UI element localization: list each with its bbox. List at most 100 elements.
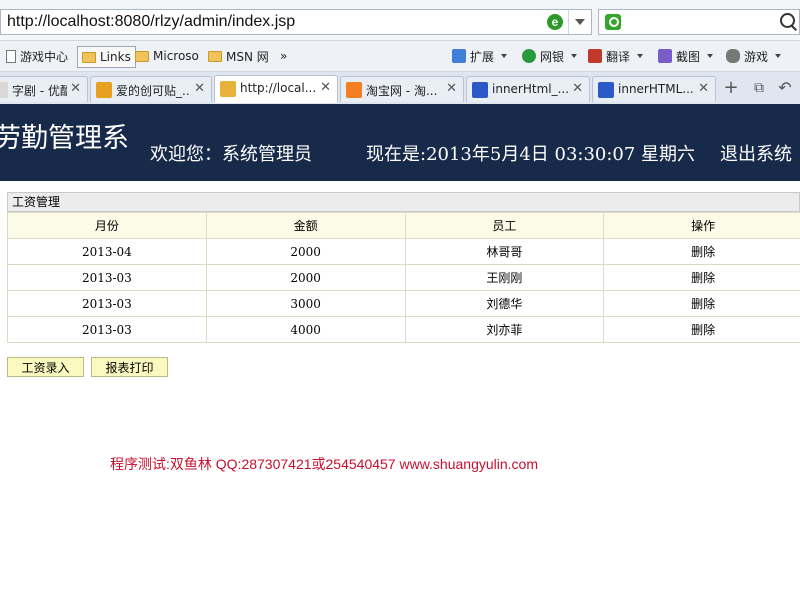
baidu-favicon-icon [472, 82, 488, 98]
extensions-icon [452, 49, 466, 63]
logout-link[interactable]: 退出系统 [720, 140, 792, 166]
tab-label: 爱的创可贴_... [116, 84, 191, 98]
delete-link[interactable]: 删除 [603, 238, 800, 265]
column-header-month: 月份 [7, 212, 207, 239]
table-row: 2013-03 2000 王刚刚 删除 [7, 264, 800, 291]
cell-month: 2013-03 [7, 264, 207, 291]
current-datetime: 现在是:2013年5月4日 03:30:07 星期六 [366, 144, 696, 165]
tab-taobao[interactable]: 淘宝网 - 淘... ✕ [340, 76, 464, 102]
tool-games[interactable]: 游戏 [726, 47, 782, 65]
column-header-amount: 金额 [205, 212, 406, 239]
salary-panel: 工资管理 月份 金额 员工 操作 2013-04 2000 林哥哥 删除 201… [7, 192, 800, 343]
search-icon[interactable] [780, 13, 795, 28]
tab-localhost[interactable]: http://local... ✕ [214, 75, 338, 103]
cell-employee: 刘德华 [404, 290, 605, 317]
system-title: 劳勤管理系 [0, 123, 129, 154]
tab-close-icon[interactable]: ✕ [320, 80, 331, 95]
search-engine-icon[interactable] [605, 14, 621, 30]
tab-label: innerHTML... [618, 82, 694, 96]
more-chevron-icon: » [280, 49, 288, 63]
bookmark-microsoft[interactable]: Microso [135, 47, 199, 65]
column-header-action: 操作 [603, 212, 800, 239]
cell-employee: 林哥哥 [404, 238, 605, 265]
soku-favicon-icon [96, 82, 112, 98]
folder-icon [82, 51, 96, 63]
cell-employee: 刘亦菲 [404, 316, 605, 343]
bookmark-label: 游戏中心 [20, 49, 69, 64]
bookmark-links[interactable]: Links [77, 46, 136, 68]
page-icon [6, 49, 16, 63]
translate-icon [588, 49, 602, 63]
tab-innerhtml-1[interactable]: innerHtml_... ✕ [466, 76, 590, 102]
bookmark-msn[interactable]: MSN 网 [208, 47, 269, 65]
bookmark-label: MSN 网 [226, 49, 269, 64]
delete-link[interactable]: 删除 [603, 316, 800, 343]
salary-entry-button[interactable]: 工资录入 [7, 357, 84, 377]
tab-favicon-icon [0, 82, 8, 98]
new-tab-plus-icon[interactable]: + [720, 78, 742, 100]
salary-table: 月份 金额 员工 操作 2013-04 2000 林哥哥 删除 2013-03 … [7, 212, 800, 343]
tab-label: http://local... [240, 81, 317, 95]
browser-chrome: http://localhost:8080/rlzy/admin/index.j… [0, 0, 800, 104]
report-print-button[interactable]: 报表打印 [91, 357, 168, 377]
tool-ebank[interactable]: 网银 [522, 47, 578, 65]
tab-label: 淘宝网 - 淘... [366, 84, 438, 98]
cell-month: 2013-03 [7, 290, 207, 317]
search-box[interactable] [598, 9, 800, 35]
tool-label: 翻译 [606, 49, 631, 64]
bookmark-game-center[interactable]: 游戏中心 [6, 47, 68, 65]
undo-close-tab-icon[interactable]: ↶ [774, 78, 796, 100]
tool-label: 截图 [676, 49, 701, 64]
bookmark-label: Microso [153, 49, 199, 63]
tab-label: 字剧 - 优酷... [12, 84, 67, 98]
panel-title: 工资管理 [7, 192, 800, 212]
delete-link[interactable]: 删除 [603, 264, 800, 291]
table-header-row: 月份 金额 员工 操作 [7, 212, 800, 239]
cell-amount: 2000 [205, 238, 406, 265]
tool-screenshot[interactable]: 截图 [658, 47, 714, 65]
tool-label: 扩展 [470, 49, 495, 64]
cell-amount: 4000 [205, 316, 406, 343]
address-dropdown-icon[interactable] [568, 10, 591, 34]
bookmarks-bar: 游戏中心 Links Microso MSN 网 » 扩展 网银 翻译 截图 游… [0, 41, 800, 72]
cell-month: 2013-04 [7, 238, 207, 265]
chevron-down-icon [501, 54, 508, 58]
cell-amount: 2000 [205, 264, 406, 291]
chevron-down-icon [571, 54, 578, 58]
tab-list-icon[interactable]: ⧉ [748, 78, 770, 100]
tab-innerhtml-2[interactable]: innerHTML... ✕ [592, 76, 716, 102]
tab-soku[interactable]: 爱的创可贴_... ✕ [90, 76, 212, 102]
taobao-favicon-icon [346, 82, 362, 98]
tool-translate[interactable]: 翻译 [588, 47, 644, 65]
chevron-down-icon [707, 54, 714, 58]
folder-icon [135, 50, 149, 62]
ie-compat-icon[interactable]: e [547, 14, 563, 30]
address-bar-row: http://localhost:8080/rlzy/admin/index.j… [0, 0, 800, 41]
tool-extensions[interactable]: 扩展 [452, 47, 508, 65]
table-row: 2013-03 3000 刘德华 删除 [7, 290, 800, 317]
tab-close-icon[interactable]: ✕ [698, 81, 709, 96]
tab-youku[interactable]: 字剧 - 优酷... ✕ [0, 76, 88, 102]
tab-close-icon[interactable]: ✕ [70, 81, 81, 96]
table-row: 2013-04 2000 林哥哥 删除 [7, 238, 800, 265]
tool-label: 游戏 [744, 49, 769, 64]
delete-link[interactable]: 删除 [603, 290, 800, 317]
tab-close-icon[interactable]: ✕ [572, 81, 583, 96]
tool-label: 网银 [540, 49, 565, 64]
scissors-icon [658, 49, 672, 63]
bookmarks-more-button[interactable]: » [280, 47, 287, 65]
baidu-favicon-icon [598, 82, 614, 98]
address-url[interactable]: http://localhost:8080/rlzy/admin/index.j… [7, 13, 295, 31]
tab-label: innerHtml_... [492, 82, 569, 96]
test-credit-note: 程序测试:双鱼林 QQ:287307421或254540457 www.shua… [110, 456, 538, 472]
chevron-down-icon [775, 54, 782, 58]
tab-close-icon[interactable]: ✕ [446, 81, 457, 96]
chevron-down-icon [637, 54, 644, 58]
pma-favicon-icon [220, 81, 236, 97]
address-bar[interactable]: http://localhost:8080/rlzy/admin/index.j… [0, 9, 592, 35]
cell-month: 2013-03 [7, 316, 207, 343]
gamepad-icon [726, 49, 740, 63]
tab-close-icon[interactable]: ✕ [194, 81, 205, 96]
tab-strip: 字剧 - 优酷... ✕ 爱的创可贴_... ✕ http://local...… [0, 72, 800, 104]
bookmark-label: Links [100, 50, 131, 64]
